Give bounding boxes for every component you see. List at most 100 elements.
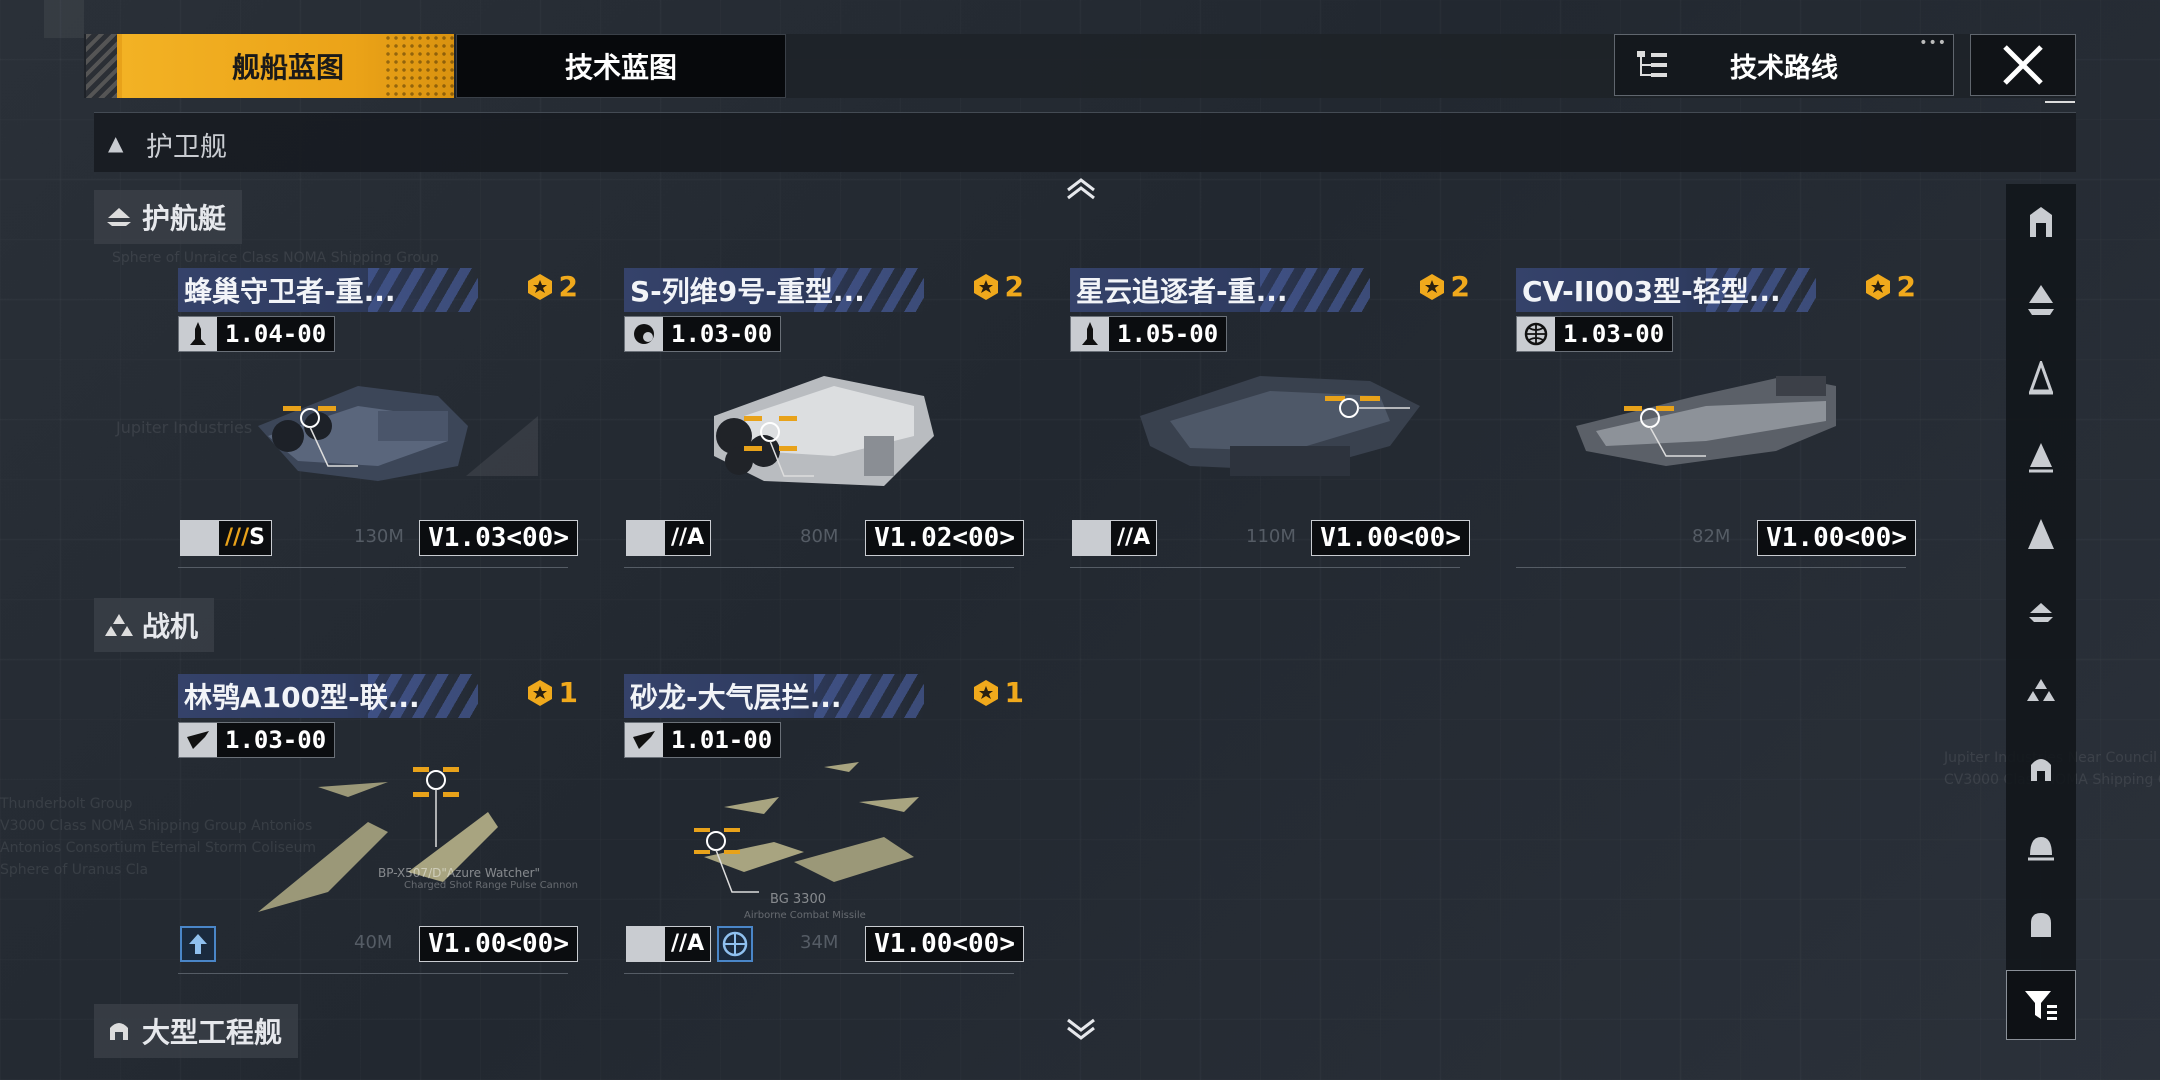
fighter-icon (2027, 679, 2055, 701)
ship-title: CV-II003型-轻型... (1522, 275, 1781, 308)
close-button[interactable] (1970, 34, 2076, 103)
rank-medal-icon (973, 273, 998, 300)
ship-title: 砂龙-大气层拦... (630, 681, 842, 714)
version-number: 1.03-00 (1563, 320, 1665, 348)
tag-stripes: // (671, 931, 688, 956)
top-bar-stripe (86, 34, 122, 98)
close-underline (2045, 101, 2075, 103)
rail-item-frigate[interactable] (2006, 348, 2076, 408)
section-label: 护航艇 (142, 202, 227, 235)
tag-row: ///S (180, 520, 272, 556)
class-tag: //A (626, 926, 712, 962)
tab-tech-blueprint[interactable]: 技术蓝图 (456, 34, 786, 98)
ship-image (714, 376, 934, 486)
class-tag: ///S (180, 520, 272, 556)
version-box: 1.03-00 (1516, 316, 1674, 352)
version-number: 1.03-00 (225, 726, 327, 754)
build-version: V1.03<00> (419, 520, 578, 556)
scroll-down-icon[interactable] (1066, 1018, 1096, 1040)
ship-card[interactable]: 蜂巢守卫者-重... 2 1.04-00 ///S 130M V1.03<00> (178, 268, 578, 568)
tag-row: //A (626, 520, 712, 556)
ship-card[interactable]: S-列维9号-重型... 2 1.03-00 //A 80M V1.02<00> (624, 268, 1024, 568)
ship-title: 星云追逐者-重... (1076, 275, 1288, 308)
airspace-globe-icon[interactable] (717, 926, 754, 962)
ship-type-rail (2006, 184, 2076, 1040)
weapon-caption: BG 3300 (770, 892, 826, 907)
weapon-caption: Charged Shot Range Pulse Cannon (404, 880, 578, 891)
scroll-up-icon[interactable] (1066, 178, 1096, 200)
boost-arrow-icon (627, 927, 665, 961)
tab-ship-blueprint[interactable]: 舰船蓝图 (122, 34, 454, 98)
boost-arrow-icon (181, 521, 219, 555)
ship-card[interactable]: 林鸮A100型-联... 1 1.03-00 BP-X507/D"Azure W… (178, 674, 578, 974)
ship-card[interactable]: 星云追逐者-重... 2 1.05-00 //A 110M V1.00<00> (1070, 268, 1470, 568)
ship-title: 林鸮A100型-联... (184, 681, 420, 714)
escort-boat-icon (107, 208, 131, 226)
ship-card[interactable]: 砂龙-大气层拦... 1 1.01-00 BG 3300 Airborne Co… (624, 674, 1024, 974)
ship-image (258, 767, 498, 912)
large-engineering-ship-icon (110, 1023, 128, 1040)
version-number: 1.05-00 (1117, 320, 1219, 348)
wing-icon (625, 723, 663, 757)
weapon-caption: Airborne Combat Missile (744, 910, 866, 921)
rocket-icon (179, 317, 217, 351)
rail-item-destroyer[interactable] (2006, 426, 2076, 486)
rank-medal-icon (527, 679, 552, 706)
rail-item-capsule[interactable] (2006, 894, 2076, 954)
rank-value: 2 (1450, 270, 1470, 303)
upgrade-arrow-icon[interactable] (180, 926, 216, 962)
rail-item-carrier[interactable] (2006, 270, 2076, 330)
section-label: 大型工程舰 (142, 1016, 283, 1049)
tag-text: A (687, 931, 705, 956)
tag-text: S (249, 525, 265, 550)
rank-medal-icon (973, 679, 998, 706)
rail-item-hangar[interactable] (2006, 192, 2076, 252)
rank-medal-icon (1419, 273, 1444, 300)
version-box: 1.03-00 (624, 316, 782, 352)
faction-gear-icon (625, 317, 663, 351)
boost-arrow-icon (627, 521, 665, 555)
tab-label: 技术蓝图 (564, 51, 677, 84)
rail-item-large-engineering-ship[interactable] (2006, 738, 2076, 798)
version-number: 1.04-00 (225, 320, 327, 348)
filter-icon (2025, 991, 2057, 1020)
ship-card[interactable]: CV-II003型-轻型... 2 1.03-00 82M V1.00<00> (1516, 268, 1916, 568)
tag-stripes: // (1117, 525, 1134, 550)
tag-row: //A (1072, 520, 1158, 556)
ship-size: 80M (800, 526, 839, 547)
rank-value: 2 (1004, 270, 1024, 303)
wing-icon (179, 723, 217, 757)
ship-size: 130M (354, 526, 404, 547)
destroyer-icon (2029, 443, 2053, 473)
tech-route-button[interactable]: 技术路线 ••• (1614, 34, 1954, 96)
ruler-decoration (1516, 560, 1906, 568)
ship-size: 82M (1692, 526, 1731, 547)
ruler-decoration (1070, 560, 1460, 568)
rail-item-fighter[interactable] (2006, 660, 2076, 720)
filter-button[interactable] (2006, 970, 2076, 1040)
globe-icon (1517, 317, 1555, 351)
rail-item-dome[interactable] (2006, 816, 2076, 876)
rank-value: 1 (558, 676, 578, 709)
collapse-triangle-icon: ▲ (108, 131, 124, 155)
rail-item-cruiser[interactable] (2006, 504, 2076, 564)
fighter-icon (105, 614, 133, 636)
category-bar[interactable]: ▲ 护卫舰 (94, 112, 2076, 172)
tag-stripes: /// (225, 525, 250, 550)
ruler-decoration (624, 560, 1014, 568)
rank-badge: 1 (971, 676, 1024, 709)
ruler-decoration (624, 966, 1014, 974)
ruler-decoration (178, 560, 568, 568)
weapon-caption: BP-X507/D"Azure Watcher" (378, 866, 541, 880)
class-tag: //A (626, 520, 712, 556)
frigate-icon (2028, 361, 2054, 395)
build-version: V1.00<00> (1757, 520, 1916, 556)
background-caption: Thunderbolt Group (0, 796, 133, 812)
rank-value: 1 (1004, 676, 1024, 709)
tech-route-label: 技术路线 (1730, 52, 1838, 84)
rail-item-escort-boat[interactable] (2006, 582, 2076, 642)
build-version: V1.02<00> (865, 520, 1024, 556)
rank-badge: 2 (1863, 270, 1916, 303)
class-tag: //A (1072, 520, 1158, 556)
ship-image (1576, 376, 1836, 466)
